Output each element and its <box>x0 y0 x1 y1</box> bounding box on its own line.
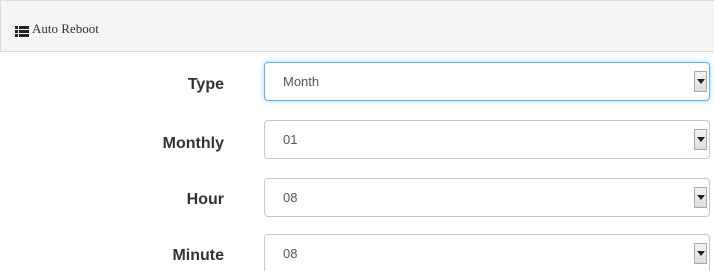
chevron-down-icon[interactable] <box>694 129 707 150</box>
hour-select[interactable]: 08 <box>264 178 710 217</box>
auto-reboot-panel: Auto Reboot Type Month Monthly 01 Hour 0… <box>0 0 714 271</box>
chevron-down-icon[interactable] <box>694 243 707 264</box>
panel-title: Auto Reboot <box>32 21 99 36</box>
type-label: Type <box>187 76 224 93</box>
monthly-select-value: 01 <box>283 132 298 147</box>
type-select[interactable]: Month <box>264 62 710 101</box>
monthly-select[interactable]: 01 <box>264 120 710 159</box>
panel-header: Auto Reboot <box>0 0 714 52</box>
chevron-down-icon[interactable] <box>694 71 707 92</box>
list-icon <box>15 24 29 37</box>
chevron-down-icon[interactable] <box>694 187 707 208</box>
hour-label: Hour <box>186 191 224 208</box>
minute-label: Minute <box>172 247 224 264</box>
type-select-value: Month <box>283 74 320 89</box>
minute-select[interactable]: 08 <box>264 234 710 271</box>
hour-select-value: 08 <box>283 190 298 205</box>
minute-select-value: 08 <box>283 246 298 261</box>
monthly-label: Monthly <box>162 135 224 152</box>
